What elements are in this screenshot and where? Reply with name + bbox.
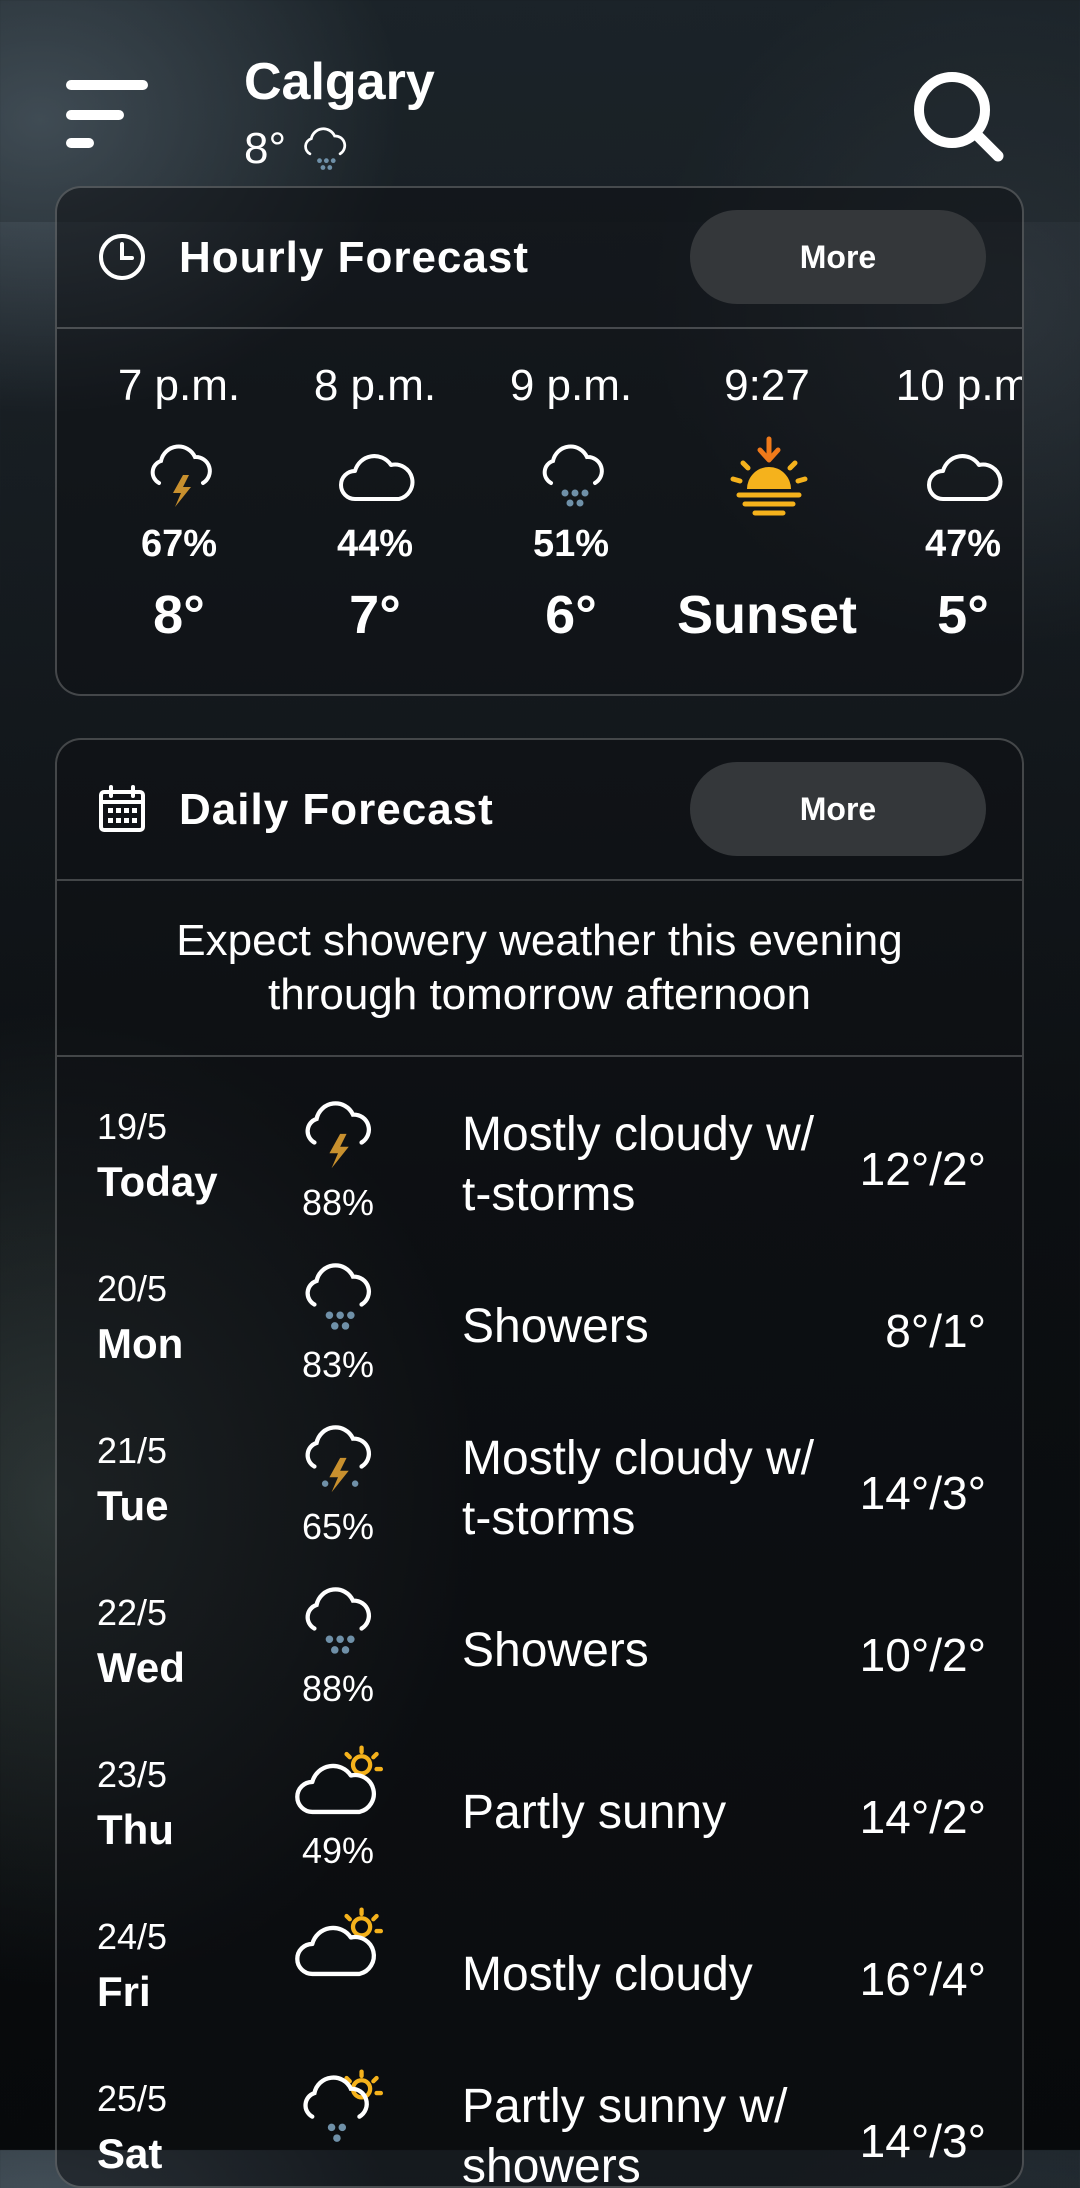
rain-cloud-icon (305, 1263, 372, 1330)
day-name: Fri (97, 1968, 151, 2015)
daily-title: Daily Forecast (179, 785, 494, 834)
day-temps: 14°/2° (859, 1791, 986, 1843)
cloud-icon (927, 454, 1003, 501)
day-condition: Showers (462, 1624, 649, 1677)
current-conditions: 8° (244, 122, 354, 176)
menu-line (66, 110, 124, 120)
day-name: Thu (97, 1806, 174, 1853)
daily-forecast-card: Daily Forecast More Expect showery weath… (55, 738, 1024, 2188)
hour-precip: 47% (924, 523, 1002, 565)
hour-temp: 7° (349, 585, 401, 645)
day-temps: 16°/4° (859, 1953, 986, 2005)
hour-time: 10 p.m (895, 361, 1024, 410)
hour-precip: 67% (140, 523, 218, 565)
hour-precip: 44% (336, 523, 414, 565)
hour-time: 8 p.m. (313, 361, 437, 410)
day-condition: Partly sunny (462, 1786, 727, 1839)
hourly-more-button[interactable]: More (690, 210, 986, 304)
day-name: Wed (97, 1644, 185, 1691)
sunset-label: Sunset (676, 585, 858, 645)
day-condition: Mostly cloudy w/ t-storms (462, 1432, 815, 1545)
day-date: 21/5 (97, 1430, 168, 1471)
current-temp: 8° (244, 124, 287, 173)
partly-sunny-icon (295, 1745, 383, 1815)
hour-temp: 8° (153, 585, 205, 645)
day-temps: 14°/3° (859, 1467, 986, 1519)
hourly-forecast-card: Hourly Forecast More 7 p.m. 67% 8° 8 p.m… (55, 186, 1024, 696)
day-condition: Showers (462, 1300, 649, 1353)
day-temps: 14°/3° (859, 2115, 986, 2167)
daily-row[interactable]: 23/5 Thu 49% Partly sunny 14°/2° (57, 1733, 1022, 1893)
daily-row[interactable]: 20/5 Mon 83% Showers 8°/1° (57, 1247, 1022, 1407)
hour-time: 9:27 (724, 361, 810, 410)
daily-row[interactable]: 25/5 Sat Partly sunny w/ showers 14°/3° (57, 2057, 1022, 2188)
day-precip: 65% (301, 1506, 375, 1547)
day-date: 22/5 (97, 1592, 168, 1633)
day-date: 23/5 (97, 1754, 168, 1795)
hour-precip: 51% (532, 523, 610, 565)
day-temps: 8°/1° (885, 1305, 986, 1357)
partly-sunny-icon (295, 1907, 383, 1977)
day-condition: Mostly cloudy (462, 1948, 753, 2001)
daily-card-header: Daily Forecast More (57, 740, 1022, 881)
thunderstorm-icon (305, 1425, 372, 1493)
day-precip: 83% (301, 1344, 375, 1385)
day-precip: 88% (301, 1668, 375, 1709)
daily-row[interactable]: 24/5 Fri Mostly cloudy 16°/4° (57, 1895, 1022, 2055)
day-date: 20/5 (97, 1268, 168, 1309)
day-name: Today (97, 1158, 218, 1205)
calendar-icon (99, 785, 145, 832)
day-name: Mon (97, 1320, 184, 1367)
daily-row[interactable]: 22/5 Wed 88% Showers 10°/2° (57, 1571, 1022, 1731)
clock-icon (99, 234, 145, 280)
search-icon[interactable] (910, 68, 1006, 164)
partly-sunny-showers-icon (303, 2069, 383, 2142)
location-title[interactable]: Calgary (244, 52, 435, 112)
day-name: Sat (97, 2130, 163, 2177)
day-precip: 49% (301, 1830, 375, 1871)
hour-time: 9 p.m. (509, 361, 633, 410)
day-date: 19/5 (97, 1106, 168, 1147)
hourly-card-header: Hourly Forecast More (57, 188, 1022, 329)
hourly-title: Hourly Forecast (179, 233, 529, 282)
hour-time: 7 p.m. (117, 361, 241, 410)
hour-temp: 6° (545, 585, 597, 645)
thunderstorm-icon (150, 444, 212, 507)
day-condition: Mostly cloudy w/ t-storms (462, 1108, 815, 1221)
thunderstorm-icon (305, 1101, 372, 1169)
daily-row[interactable]: 21/5 Tue 65% Mostly cloudy w/ t-storms 1… (57, 1409, 1022, 1569)
rain-cloud-icon (305, 1587, 372, 1654)
daily-row[interactable]: 19/5 Today 88% Mostly cloudy w/ t-storms… (57, 1085, 1022, 1245)
rain-cloud-icon (304, 127, 347, 170)
hour-temp: 5° (937, 585, 989, 645)
rain-cloud-icon (542, 444, 604, 507)
sunset-icon (730, 436, 808, 516)
daily-summary: Expect showery weather this evening thro… (57, 881, 1022, 1057)
daily-more-button[interactable]: More (690, 762, 986, 856)
cloud-icon (339, 454, 415, 501)
day-temps: 10°/2° (859, 1629, 986, 1681)
menu-line (66, 80, 148, 90)
day-condition: Partly sunny w/ showers (462, 2080, 788, 2188)
day-precip: 88% (301, 1182, 375, 1223)
day-date: 24/5 (97, 1916, 168, 1957)
hourly-list[interactable]: 7 p.m. 67% 8° 8 p.m. 44% 7° 9 p.m. 51% 6… (57, 329, 1022, 689)
day-temps: 12°/2° (859, 1143, 986, 1195)
day-date: 25/5 (97, 2078, 168, 2119)
menu-line (66, 138, 94, 148)
day-name: Tue (97, 1482, 169, 1529)
menu-button[interactable] (66, 80, 150, 150)
